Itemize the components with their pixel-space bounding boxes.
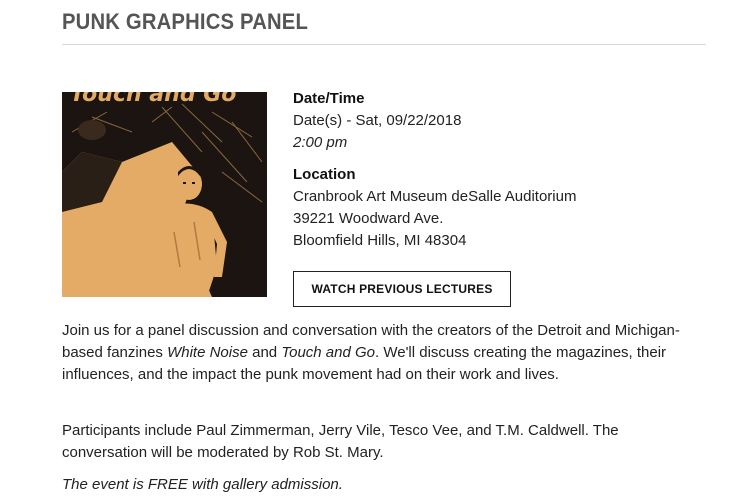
description-text: and [247,344,282,361]
admission-note: The event is FREE with gallery admission… [62,476,343,493]
location-street: 39221 Woodward Ave. [293,210,444,227]
location-city: Bloomfield Hills, MI 48304 [293,232,467,249]
poster-artwork: Touch and Go [62,92,267,297]
fanzine-title-white-noise: White Noise [167,344,248,361]
page-title: PUNK GRAPHICS PANEL [62,9,309,34]
event-time: 2:00 pm [293,134,348,151]
watch-previous-lectures-button[interactable]: WATCH PREVIOUS LECTURES [293,271,511,307]
event-details: Date/Time Date(s) - Sat, 09/22/2018 2:00… [293,88,713,252]
fanzine-title-touch-and-go: Touch and Go [281,344,375,361]
description-paragraph-2: Participants include Paul Zimmerman, Jer… [62,422,619,461]
event-poster-image: Touch and Go [62,92,267,297]
location-label: Location [293,166,356,183]
location-venue: Cranbrook Art Museum deSalle Auditorium [293,188,577,205]
event-date: Date(s) - Sat, 09/22/2018 [293,112,462,129]
date-time-label: Date/Time [293,90,365,107]
title-divider [62,44,706,45]
description-paragraph-1: Join us for a panel discussion and conve… [62,320,702,386]
